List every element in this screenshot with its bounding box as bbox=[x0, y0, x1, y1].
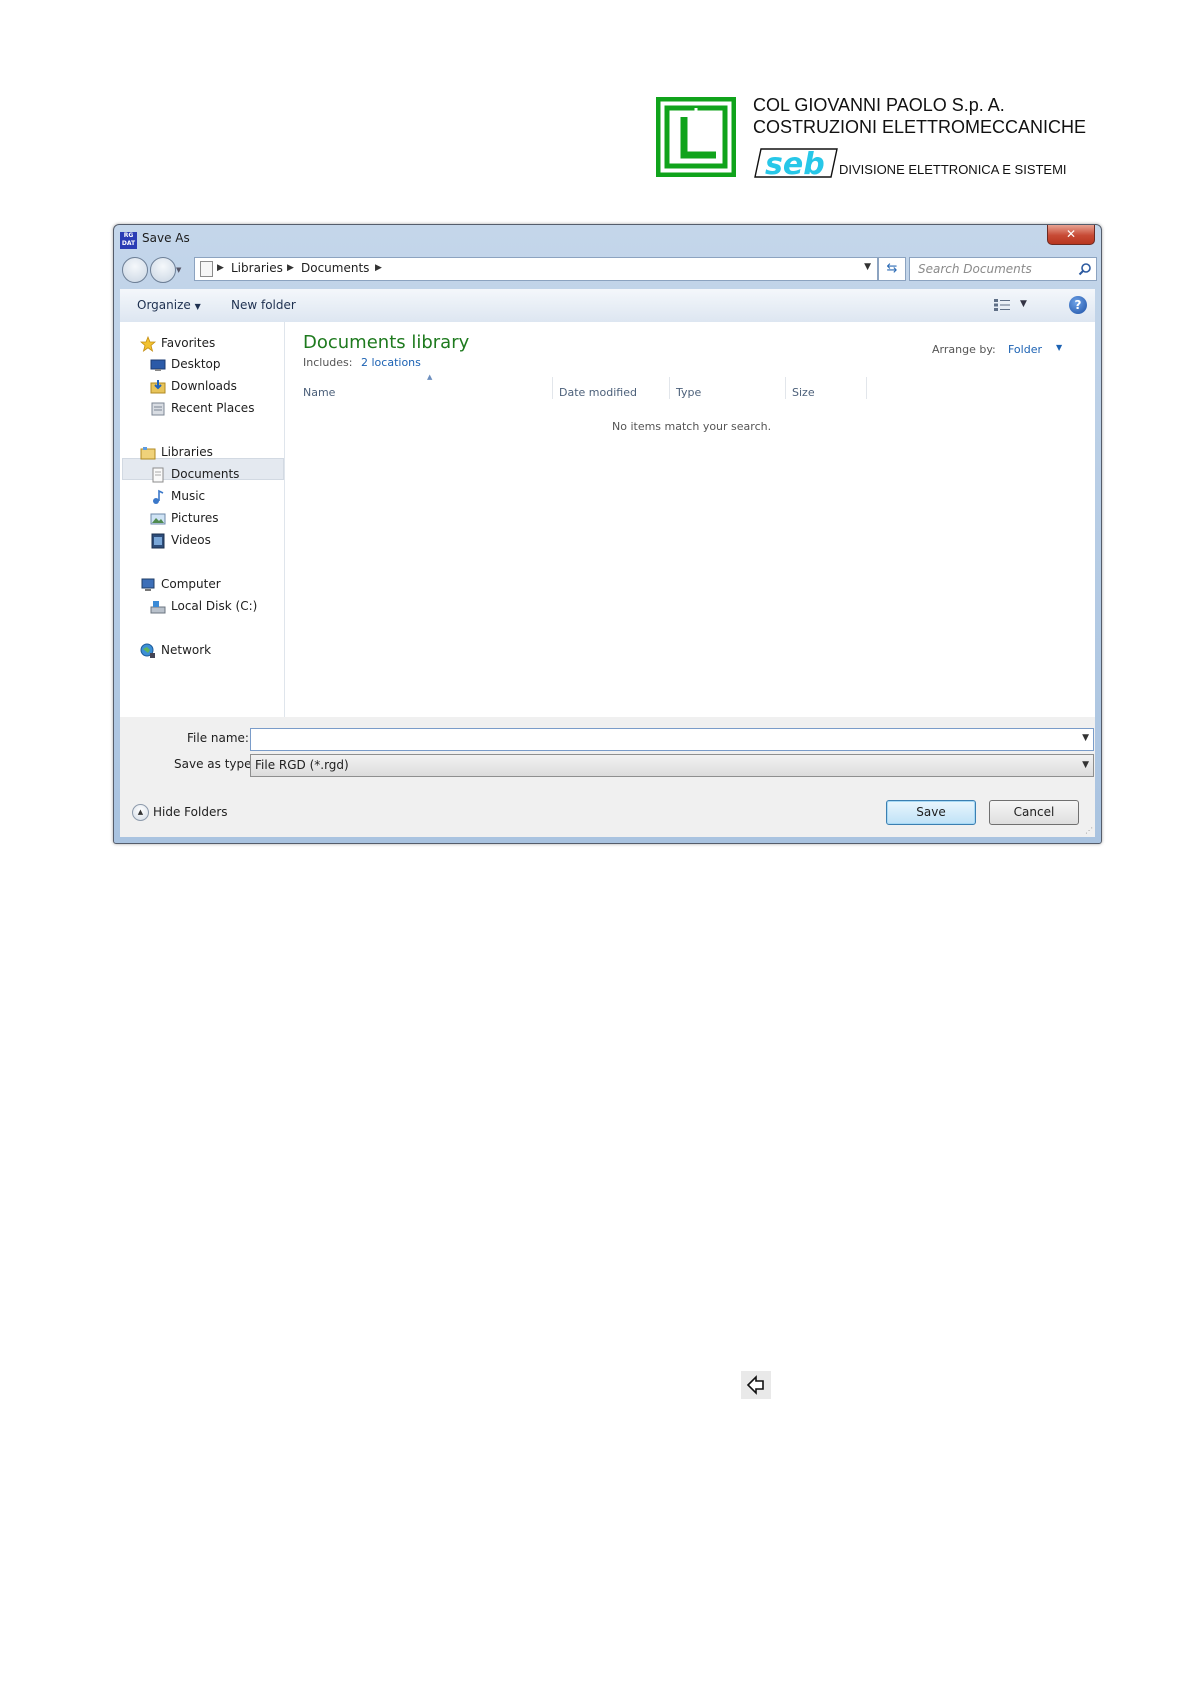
save-as-type-label: Save as type: bbox=[174, 757, 256, 771]
nav-label: Downloads bbox=[171, 379, 237, 393]
company-line-1: COL GIOVANNI PAOLO S.p. A. bbox=[753, 95, 1005, 115]
nav-label: Libraries bbox=[161, 445, 213, 459]
resize-grip-icon[interactable]: ⋰ bbox=[1085, 826, 1093, 835]
documents-icon bbox=[152, 467, 164, 483]
company-line-2: COSTRUZIONI ELETTROMECCANICHE bbox=[753, 117, 1087, 137]
location-icon bbox=[200, 261, 213, 277]
computer-icon bbox=[141, 578, 155, 591]
division-row: seb DIVISIONE ELETTRONICA E SISTEMI bbox=[753, 145, 1093, 179]
nav-label: Favorites bbox=[161, 336, 216, 350]
recent-pages-dropdown-icon[interactable]: ▼ bbox=[176, 266, 181, 274]
column-divider[interactable] bbox=[866, 377, 867, 399]
column-header-date-modified[interactable]: Date modified bbox=[559, 386, 637, 399]
arrange-by-dropdown[interactable]: Folder bbox=[1008, 343, 1042, 356]
title-bar[interactable]: RG DAT Save As ✕ bbox=[114, 225, 1101, 253]
address-bar[interactable]: ▶ Libraries ▶ Documents ▶ ▼ bbox=[194, 257, 878, 281]
nav-label: Desktop bbox=[171, 357, 221, 371]
chevron-down-icon[interactable]: ▼ bbox=[1082, 760, 1089, 770]
help-icon[interactable]: ? bbox=[1069, 296, 1087, 314]
organize-menu[interactable]: Organize ▼ bbox=[137, 298, 201, 312]
downloads-folder-icon bbox=[150, 380, 166, 394]
address-row: ▼ ▶ Libraries ▶ Documents ▶ ▼ ⇆ Search D… bbox=[114, 253, 1101, 287]
libraries-icon bbox=[140, 447, 156, 460]
network-icon bbox=[140, 643, 155, 658]
nav-label: Computer bbox=[161, 577, 221, 591]
breadcrumb-documents[interactable]: Documents bbox=[301, 261, 369, 275]
chevron-down-icon: ▼ bbox=[194, 302, 201, 311]
chevron-down-icon[interactable]: ▼ bbox=[1056, 343, 1062, 352]
file-list-pane: Documents library Includes: 2 locations … bbox=[285, 322, 1095, 717]
collapse-up-icon[interactable]: ▲ bbox=[132, 804, 149, 821]
recent-places-icon bbox=[151, 402, 165, 416]
nav-label: Videos bbox=[171, 533, 211, 547]
save-as-type-value: File RGD (*.rgd) bbox=[255, 758, 349, 772]
navigation-pane: Favorites Desktop Downloads Recent Place… bbox=[120, 322, 285, 717]
videos-icon bbox=[151, 533, 165, 549]
svg-text:seb: seb bbox=[765, 147, 825, 179]
search-input[interactable]: Search Documents bbox=[918, 262, 1032, 276]
library-title: Documents library bbox=[303, 332, 470, 353]
chevron-down-icon[interactable]: ▼ bbox=[1082, 733, 1089, 743]
breadcrumb-chevron-icon[interactable]: ▶ bbox=[287, 263, 294, 273]
app-icon: RG DAT bbox=[120, 232, 137, 249]
column-divider[interactable] bbox=[669, 377, 670, 399]
empty-list-message: No items match your search. bbox=[612, 420, 772, 433]
nav-label: Documents bbox=[171, 467, 240, 481]
new-folder-button[interactable]: New folder bbox=[231, 298, 296, 312]
star-icon bbox=[140, 336, 156, 352]
company-name: COL GIOVANNI PAOLO S.p. A. COSTRUZIONI E… bbox=[753, 94, 1086, 138]
company-logo bbox=[656, 97, 736, 177]
breadcrumb-libraries[interactable]: Libraries bbox=[231, 261, 283, 275]
arrange-by-label: Arrange by: bbox=[932, 343, 996, 356]
change-view-icon[interactable] bbox=[994, 299, 1010, 311]
division-name: DIVISIONE ELETTRONICA E SISTEMI bbox=[839, 162, 1067, 177]
views-dropdown-icon[interactable]: ▼ bbox=[1020, 299, 1027, 309]
includes-label: Includes: bbox=[303, 356, 353, 369]
file-name-field[interactable]: ▼ bbox=[250, 728, 1094, 751]
file-name-label: File name: bbox=[187, 731, 249, 745]
nav-label: Recent Places bbox=[171, 401, 255, 415]
column-header-size[interactable]: Size bbox=[792, 386, 815, 399]
search-box[interactable]: Search Documents bbox=[909, 257, 1097, 281]
back-button[interactable] bbox=[122, 257, 148, 283]
column-header-type[interactable]: Type bbox=[676, 386, 701, 399]
breadcrumb-chevron-icon[interactable]: ▶ bbox=[217, 263, 224, 273]
locations-link[interactable]: 2 locations bbox=[361, 356, 421, 369]
save-as-type-select[interactable]: File RGD (*.rgd) ▼ bbox=[250, 754, 1094, 777]
hide-folders-button[interactable]: Hide Folders bbox=[153, 805, 228, 819]
sort-ascending-icon: ▲ bbox=[427, 373, 433, 381]
save-options-panel: File name: ▼ Save as type: File RGD (*.r… bbox=[120, 717, 1095, 837]
desktop-icon bbox=[150, 359, 166, 371]
column-divider[interactable] bbox=[552, 377, 553, 399]
save-as-dialog: RG DAT Save As ✕ ▼ ▶ Libraries ▶ Document… bbox=[113, 224, 1102, 844]
browser-body: Favorites Desktop Downloads Recent Place… bbox=[120, 322, 1095, 717]
forward-button[interactable] bbox=[150, 257, 176, 283]
search-icon[interactable] bbox=[1078, 262, 1092, 276]
nav-label: Network bbox=[161, 643, 212, 657]
organize-label: Organize bbox=[137, 298, 191, 312]
command-toolbar: Organize ▼ New folder ▼ ? bbox=[120, 289, 1095, 323]
save-button[interactable]: Save bbox=[886, 800, 976, 825]
close-button[interactable]: ✕ bbox=[1047, 225, 1095, 245]
nav-label: Music bbox=[171, 489, 206, 503]
nav-label: Local Disk (C:) bbox=[171, 599, 258, 613]
breadcrumb-chevron-icon[interactable]: ▶ bbox=[375, 263, 382, 273]
address-dropdown-icon[interactable]: ▼ bbox=[864, 262, 871, 272]
seb-logo: seb bbox=[754, 147, 838, 179]
column-divider[interactable] bbox=[785, 377, 786, 399]
back-arrow-icon[interactable] bbox=[741, 1371, 771, 1399]
dialog-title: Save As bbox=[142, 231, 190, 245]
refresh-button[interactable]: ⇆ bbox=[878, 257, 906, 281]
disk-drive-icon bbox=[150, 601, 166, 614]
cancel-button[interactable]: Cancel bbox=[989, 800, 1079, 825]
nav-label: Pictures bbox=[171, 511, 219, 525]
pictures-icon bbox=[150, 513, 166, 525]
column-header-name[interactable]: Name bbox=[303, 386, 335, 399]
music-icon bbox=[153, 489, 164, 504]
